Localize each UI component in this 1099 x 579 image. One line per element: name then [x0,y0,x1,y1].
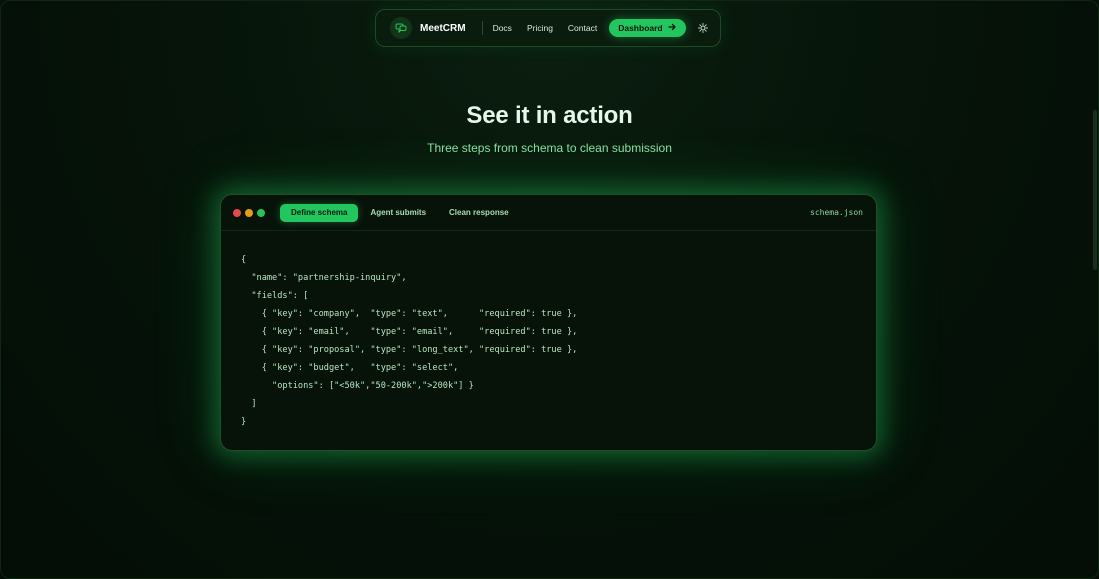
code-line: "fields": [ [241,291,309,301]
step-tabs: Define schema Agent submits Clean respon… [280,203,521,222]
brand[interactable]: MeetCRM [390,17,466,39]
scrollbar[interactable] [1093,110,1097,270]
tab-agent-submits[interactable]: Agent submits [359,204,437,222]
window-titlebar: Define schema Agent submits Clean respon… [221,195,876,231]
tab-define-schema[interactable]: Define schema [280,203,359,222]
code-line: ] [241,399,257,409]
window-dot-yellow [245,208,253,217]
dashboard-button-label: Dashboard [618,23,663,33]
sun-icon[interactable] [696,21,710,35]
dashboard-button[interactable]: Dashboard [609,19,686,37]
code-line: "options": ["<50k","50-200k",">200k"] } [241,381,474,391]
nav-link-docs[interactable]: Docs [493,23,512,33]
code-line: } [241,417,247,427]
arrow-right-icon [667,23,676,33]
code-block: { "name": "partnership-inquiry", "fields… [221,231,876,431]
section-subtitle: Three steps from schema to clean submiss… [427,141,672,155]
code-line: { "key": "company", "type": "text", "req… [241,309,578,319]
nav-link-pricing[interactable]: Pricing [527,23,553,33]
code-window: Define schema Agent submits Clean respon… [220,194,877,451]
code-line: { "key": "proposal", "type": "long_text"… [241,345,578,355]
section-title: See it in action [466,102,633,129]
file-name: schema.json [810,208,863,217]
code-line: { "key": "email", "type": "email", "requ… [241,327,578,337]
nav-divider [481,21,483,35]
nav-link-contact[interactable]: Contact [568,23,597,33]
code-line: { "key": "budget", "type": "select", [241,363,459,373]
code-line: { [241,255,247,265]
window-dot-green [257,208,265,217]
chat-bubbles-icon [390,17,412,39]
window-dot-red [233,208,241,217]
code-line: "name": "partnership-inquiry", [241,273,407,283]
top-navbar: MeetCRM Docs Pricing Contact Dashboard [375,9,721,47]
tab-clean-response[interactable]: Clean response [438,204,520,222]
brand-name: MeetCRM [420,22,466,34]
